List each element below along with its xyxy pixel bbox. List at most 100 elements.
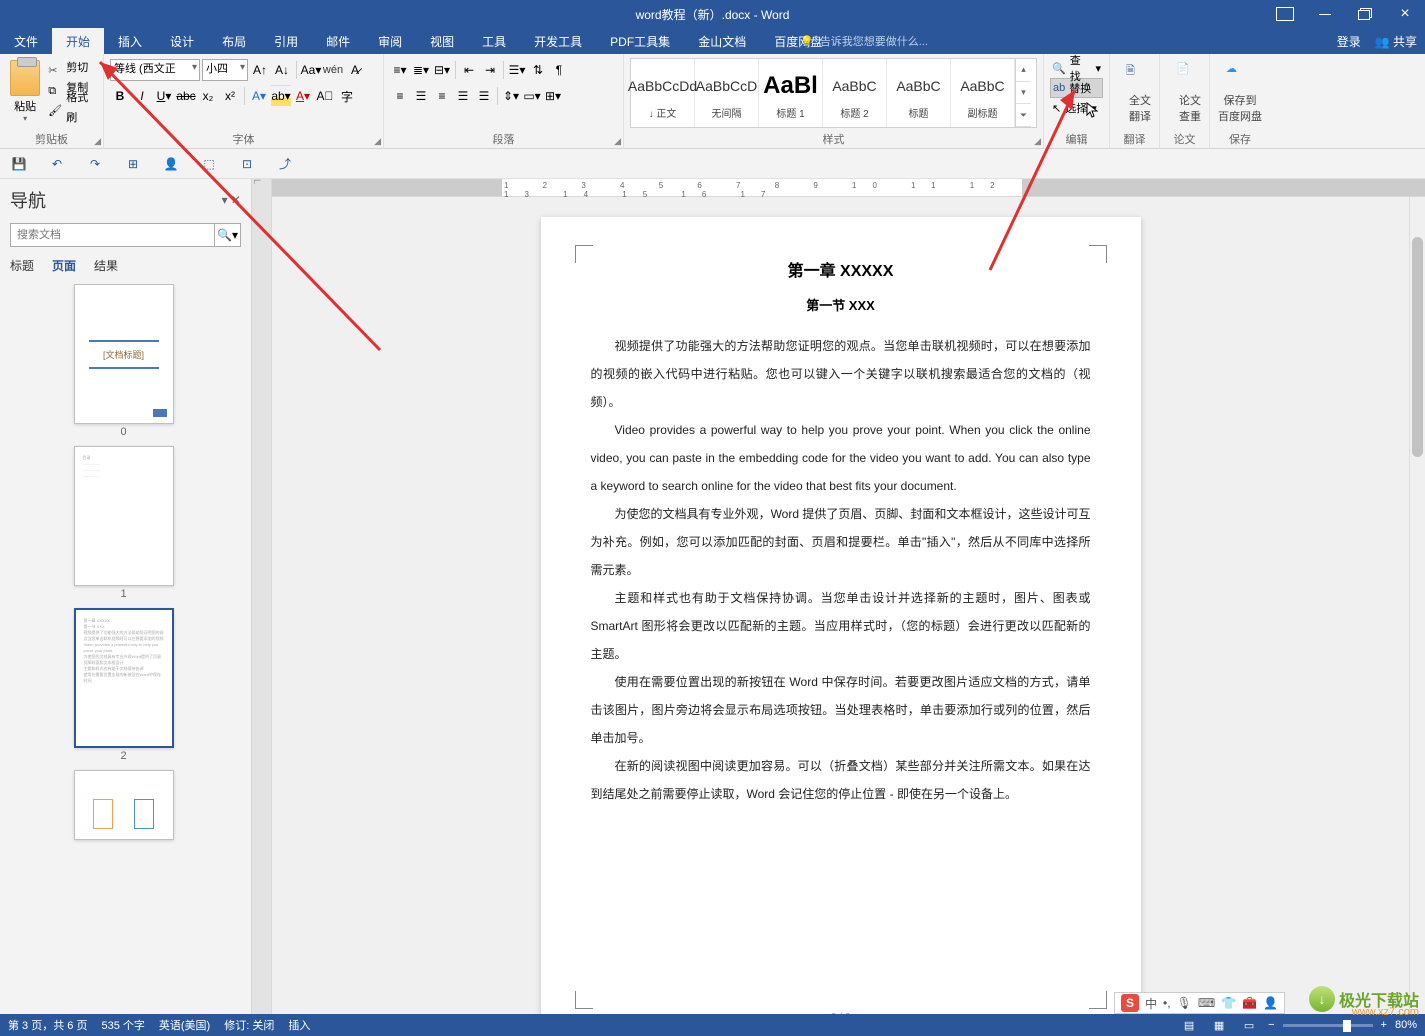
style-标题 2[interactable]: AaBbC标题 2: [823, 59, 887, 127]
annotation-arrow-1: [80, 50, 400, 370]
status-insert[interactable]: 插入: [288, 1017, 310, 1033]
nav-title: 导航: [10, 187, 46, 213]
doc-para[interactable]: 使用在需要位置出现的新按钮在 Word 中保存时间。若要更改图片适应文档的方式，…: [591, 668, 1091, 752]
title-bar: word教程（新）.docx - Word ×: [0, 0, 1425, 28]
menu-tab-视图[interactable]: 视图: [416, 28, 468, 54]
document-area: 1 2 3 4 5 6 7 8 9 10 11 12 13 14 15 16 1…: [272, 179, 1425, 1014]
nav-tab-页面[interactable]: 页面: [52, 257, 76, 274]
paper-icon: 📄: [1176, 62, 1204, 90]
increase-indent-button[interactable]: ⇥: [480, 59, 500, 81]
align-center-button[interactable]: ☰: [411, 85, 431, 107]
share-button[interactable]: 👥 共享: [1375, 33, 1417, 50]
menu-tab-金山文档[interactable]: 金山文档: [684, 28, 760, 54]
style-标题 1[interactable]: AaBl标题 1: [759, 59, 823, 127]
justify-button[interactable]: ☰: [453, 85, 473, 107]
shading-button[interactable]: ▭▾: [522, 85, 542, 107]
doc-para[interactable]: 主题和样式也有助于文档保持协调。当您单击设计并选择新的主题时，图片、图表或 Sm…: [591, 584, 1091, 668]
scissors-icon: ✂: [48, 61, 62, 75]
brush-icon: 🖌: [48, 101, 62, 115]
document-viewport[interactable]: 第一章 XXXXX 第一节 XXX 视频提供了功能强大的方法帮助您证明您的观点。…: [272, 197, 1409, 1014]
ribbon-options-button[interactable]: [1265, 0, 1305, 28]
translate-icon: 🗎: [1126, 62, 1154, 90]
save-baidu-button[interactable]: ☁ 保存到 百度网盘: [1216, 58, 1264, 124]
annotation-arrow-2: [980, 80, 1100, 280]
ime-mic-icon[interactable]: 🎙: [1177, 996, 1192, 1010]
ime-toolbox-icon[interactable]: 🧰: [1242, 996, 1257, 1010]
doc-para[interactable]: Video provides a powerful way to help yo…: [591, 416, 1091, 500]
read-view-icon[interactable]: ▤: [1178, 1016, 1200, 1034]
status-page[interactable]: 第 3 页，共 6 页: [8, 1017, 87, 1033]
borders-button[interactable]: ⊞▾: [543, 85, 563, 107]
vertical-scrollbar[interactable]: [1409, 197, 1425, 1014]
thumbnail-3[interactable]: [10, 770, 237, 840]
align-right-button[interactable]: ≡: [432, 85, 452, 107]
nav-tab-标题[interactable]: 标题: [10, 257, 34, 274]
style-↓ 正文[interactable]: AaBbCcDd↓ 正文: [631, 59, 695, 127]
document-page[interactable]: 第一章 XXXXX 第一节 XXX 视频提供了功能强大的方法帮助您证明您的观点。…: [541, 217, 1141, 1014]
paragraph-launcher[interactable]: ◢: [614, 136, 621, 147]
style-标题[interactable]: AaBbC标题: [887, 59, 951, 127]
ime-logo-icon: S: [1121, 994, 1139, 1012]
ime-toolbar[interactable]: S 中 •, 🎙 ⌨ 👕 🧰 👤: [1114, 992, 1285, 1014]
status-track[interactable]: 修订: 关闭: [224, 1017, 274, 1033]
ime-skin-icon[interactable]: 👕: [1221, 996, 1236, 1010]
cloud-icon: ☁: [1226, 62, 1254, 90]
horizontal-ruler[interactable]: 1 2 3 4 5 6 7 8 9 10 11 12 13 14 15 16 1…: [272, 179, 1425, 197]
decrease-indent-button[interactable]: ⇤: [459, 59, 479, 81]
tell-me[interactable]: 💡告诉我您想要做什么...: [800, 28, 928, 54]
menu-tab-工具[interactable]: 工具: [468, 28, 520, 54]
doc-heading2[interactable]: 第一节 XXX: [591, 295, 1091, 314]
thumbnail-2[interactable]: 第一章 XXXXX第一节 XXX视频提供了功能强大的方法帮助您证明您的观点当您单…: [10, 608, 237, 762]
numbering-button[interactable]: ≣▾: [411, 59, 431, 81]
paper-check-button[interactable]: 📄 论文 查重: [1166, 58, 1214, 124]
zoom-out-button[interactable]: −: [1268, 1019, 1274, 1031]
paste-button[interactable]: 粘贴 ▾: [6, 58, 44, 123]
bulb-icon: 💡: [800, 35, 814, 48]
show-marks-button[interactable]: ¶: [549, 59, 569, 81]
doc-para[interactable]: 为使您的文档具有专业外观，Word 提供了页眉、页脚、封面和文本框设计，这些设计…: [591, 500, 1091, 584]
login-link[interactable]: 登录: [1337, 33, 1361, 50]
zoom-level[interactable]: 80%: [1395, 1019, 1417, 1031]
ime-keyboard-icon[interactable]: ⌨: [1198, 996, 1215, 1010]
doc-para[interactable]: 视频提供了功能强大的方法帮助您证明您的观点。当您单击联机视频时，可以在想要添加的…: [591, 332, 1091, 416]
paste-icon: [10, 60, 40, 96]
zoom-slider[interactable]: [1283, 1024, 1373, 1027]
ime-lang[interactable]: 中: [1145, 995, 1157, 1012]
menu-tab-PDF工具集[interactable]: PDF工具集: [596, 28, 684, 54]
paragraph-label: 段落: [384, 131, 623, 147]
search-icon: 🔍: [1052, 62, 1066, 75]
translate-label: 翻译: [1110, 131, 1159, 147]
ime-punct-icon[interactable]: •,: [1163, 996, 1171, 1010]
window-title: word教程（新）.docx - Word: [636, 6, 790, 23]
text-direction-button[interactable]: ☰▾: [507, 59, 527, 81]
save-group: ☁ 保存到 百度网盘 保存: [1210, 54, 1270, 149]
distribute-button[interactable]: ☰: [474, 85, 494, 107]
zoom-in-button[interactable]: +: [1381, 1019, 1387, 1031]
styles-scroll-up[interactable]: ▴: [1016, 59, 1031, 82]
save-icon[interactable]: 💾: [10, 155, 28, 173]
doc-para[interactable]: 在新的阅读视图中阅读更加容易。可以（折叠文档）某些部分并关注所需文本。如果在达到…: [591, 752, 1091, 808]
multilevel-button[interactable]: ⊟▾: [432, 59, 452, 81]
style-无间隔[interactable]: AaBbCcD无间隔: [695, 59, 759, 127]
close-button[interactable]: ×: [1385, 0, 1425, 28]
status-words[interactable]: 535 个字: [101, 1017, 144, 1033]
menu-tab-开发工具[interactable]: 开发工具: [520, 28, 596, 54]
mouse-cursor-icon: [1086, 102, 1100, 120]
thumbnail-1[interactable]: 目录......................................…: [10, 446, 237, 600]
print-view-icon[interactable]: ▦: [1208, 1016, 1230, 1034]
menu-tab-文件[interactable]: 文件: [0, 28, 52, 54]
line-spacing-button[interactable]: ⇕▾: [501, 85, 521, 107]
minimize-button[interactable]: [1305, 0, 1345, 28]
save-label: 保存: [1210, 131, 1270, 147]
restore-button[interactable]: [1345, 0, 1385, 28]
page-thumbnails: [文档标题] 0 目录.............................…: [10, 284, 241, 993]
translate-group: 🗎 全文 翻译 翻译: [1110, 54, 1160, 149]
paper-label: 论文: [1160, 131, 1209, 147]
sort-button[interactable]: ⇅: [528, 59, 548, 81]
status-lang[interactable]: 英语(美国): [159, 1017, 210, 1033]
web-view-icon[interactable]: ▭: [1238, 1016, 1260, 1034]
translate-button[interactable]: 🗎 全文 翻译: [1116, 58, 1164, 124]
ime-user-icon[interactable]: 👤: [1263, 996, 1278, 1010]
find-button[interactable]: 🔍查找 ▾: [1050, 58, 1103, 78]
undo-icon[interactable]: ↶: [48, 155, 66, 173]
